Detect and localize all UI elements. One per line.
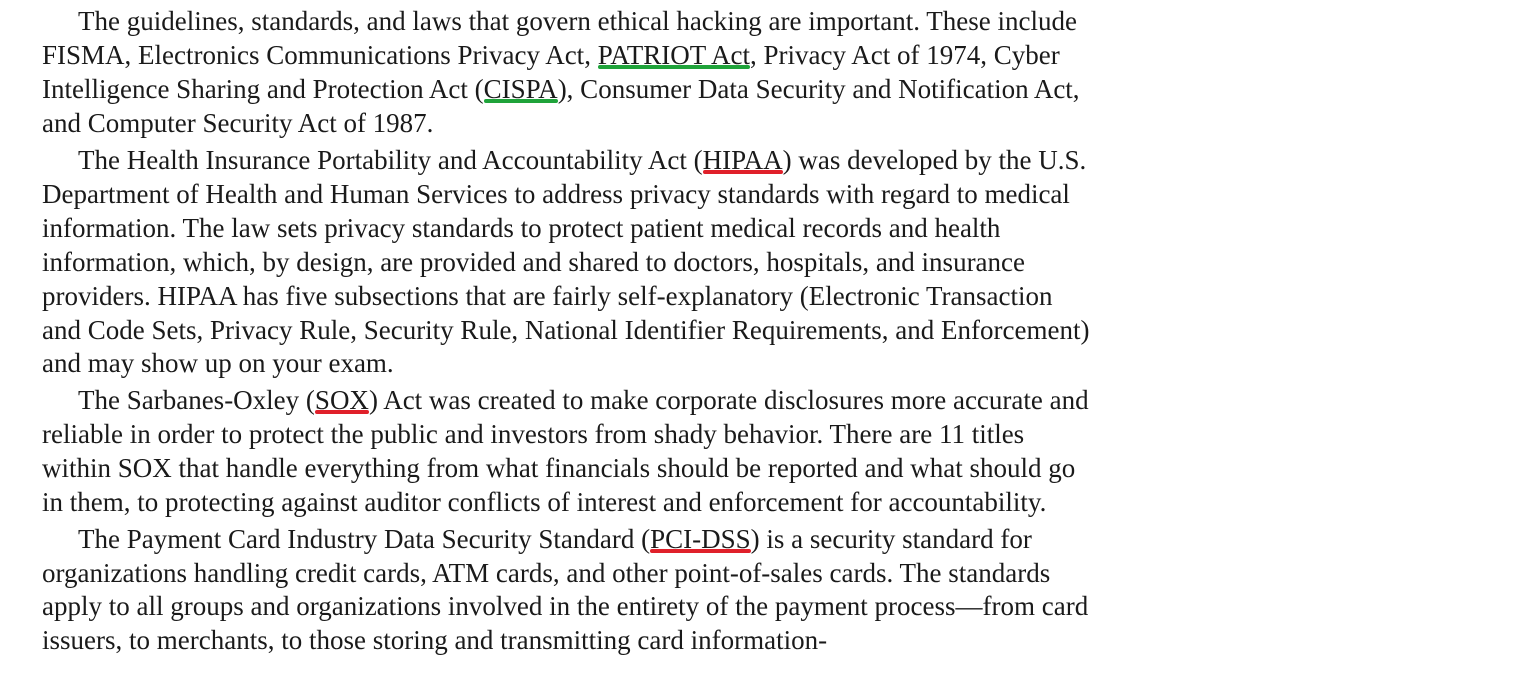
paragraph-2-line-1: The Health Insurance Portability and Acc…	[78, 145, 1087, 175]
paragraph-3-line-4: in them, to protecting against auditor c…	[42, 487, 1047, 517]
paragraph-3-line-2: reliable in order to protect the public …	[42, 419, 1025, 449]
grammar-flag-cispa[interactable]: CISPA	[484, 74, 558, 104]
paragraph-2-line-2: Department of Health and Human Services …	[42, 179, 1070, 209]
paragraph-2-line-3: information. The law sets privacy standa…	[42, 213, 1001, 243]
spelling-flag-hipaa[interactable]: HIPAA	[703, 145, 783, 175]
paragraph-1-line-1: The guidelines, standards, and laws that…	[78, 6, 1077, 36]
paragraph-2-line-5: providers. HIPAA has five subsections th…	[42, 281, 1053, 311]
paragraph-4-line-4: issuers, to merchants, to those storing …	[42, 625, 828, 655]
paragraph-1-line-3: Intelligence Sharing and Protection Act …	[42, 74, 1080, 104]
paragraph-2-line-7: and may show up on your exam.	[42, 348, 394, 378]
grammar-flag-patriot-act[interactable]: PATRIOT Act	[598, 40, 750, 70]
document-page: The guidelines, standards, and laws that…	[0, 0, 1528, 693]
paragraph-4-line-1: The Payment Card Industry Data Security …	[78, 524, 1032, 554]
paragraph-4-line-2: organizations handling credit cards, ATM…	[42, 558, 1051, 588]
paragraph-2-line-6: and Code Sets, Privacy Rule, Security Ru…	[42, 315, 1090, 345]
paragraph-3-line-3: within SOX that handle everything from w…	[42, 453, 1076, 483]
spelling-flag-pci-dss[interactable]: PCI-DSS	[650, 524, 751, 554]
paragraph-2-line-4: information, which, by design, are provi…	[42, 247, 1026, 277]
paragraph-1-line-4: and Computer Security Act of 1987.	[42, 108, 434, 138]
paragraph-3-line-1: The Sarbanes-Oxley (SOX) Act was created…	[78, 385, 1089, 415]
paragraph-4-line-3: apply to all groups and organizations in…	[42, 591, 1089, 621]
paragraph-1-line-2: FISMA, Electronics Communications Privac…	[42, 40, 1060, 70]
spelling-flag-sox[interactable]: SOX	[315, 385, 369, 415]
